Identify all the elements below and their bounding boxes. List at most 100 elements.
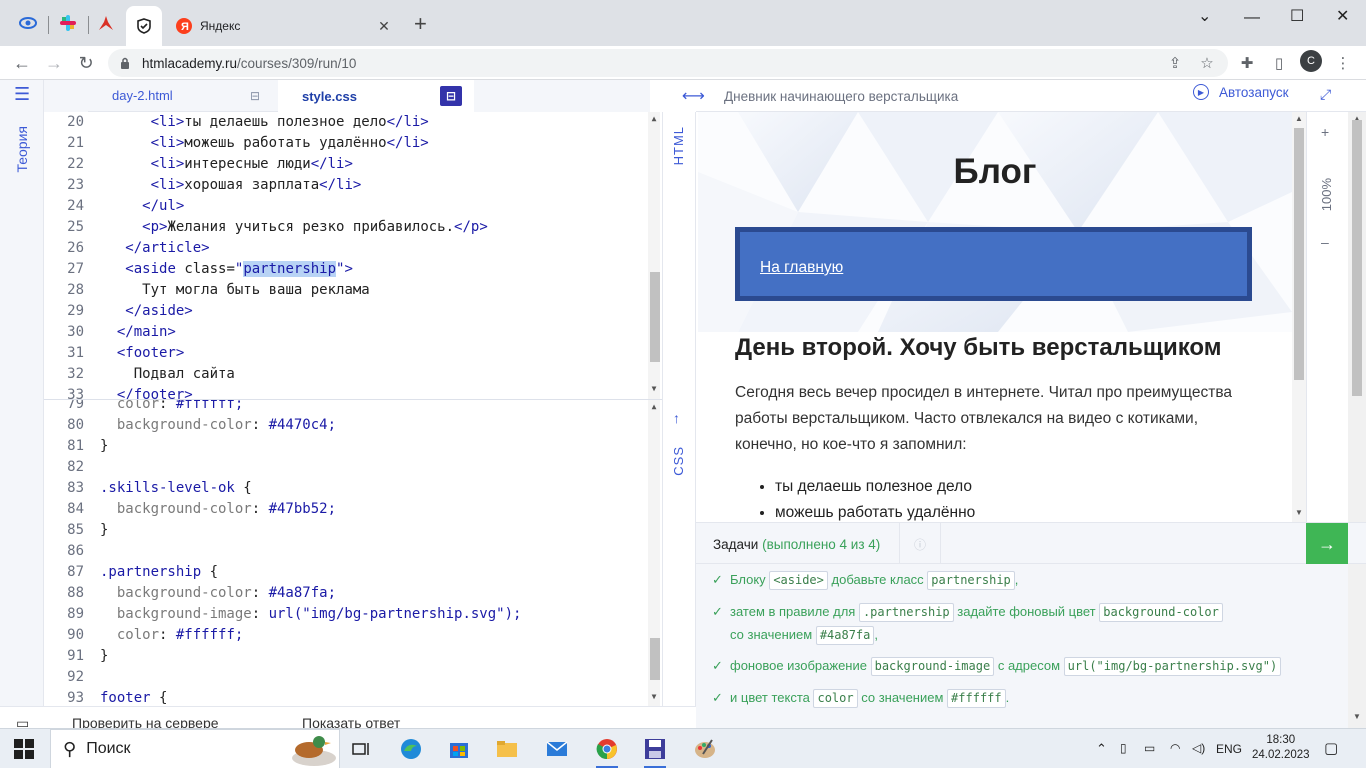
code-line: 24 </ul> xyxy=(67,198,185,214)
eye-logo-icon xyxy=(19,17,37,29)
extensions-puzzle-icon[interactable]: ✚ xyxy=(1236,52,1258,74)
page-scrollbar[interactable]: ▲ ▼ xyxy=(1348,112,1366,728)
html-editor[interactable]: 20 <li>ты делаешь полезное дело</li> 21 … xyxy=(44,112,662,400)
code-line: 87 .partnership { xyxy=(67,564,219,580)
mail-icon[interactable] xyxy=(540,735,574,763)
task-item: ✓ затем в правиле для .partnership задайт… xyxy=(712,600,1223,646)
preview-header: ⟷ Дневник начинающего верстальщика ▶ Авт… xyxy=(682,80,1366,112)
tab-label: day-2.html xyxy=(112,88,173,103)
tab-title: Яндекс xyxy=(200,19,241,33)
show-answer-button[interactable]: Показать ответ xyxy=(302,715,400,728)
info-icon[interactable]: ⓘ xyxy=(899,523,941,565)
url-field[interactable]: htmlacademy.ru/courses/309/run/10 xyxy=(108,49,1228,77)
url-path: /courses/309/run/10 xyxy=(237,55,357,71)
next-step-button[interactable]: → xyxy=(1306,523,1348,565)
chevron-down-icon[interactable]: ⌄ xyxy=(1198,6,1211,26)
tab-style-css[interactable]: style.css ⊟ xyxy=(278,80,474,112)
url-host: htmlacademy.ru xyxy=(142,55,238,71)
lock-icon xyxy=(121,57,129,69)
check-icon: ✓ xyxy=(712,572,723,587)
sidepanel-icon[interactable]: ▯ xyxy=(1268,52,1290,74)
code-line: 31 <footer> xyxy=(67,345,185,361)
profile-avatar[interactable]: C xyxy=(1300,50,1322,72)
pinned-tab-htmlacademy[interactable] xyxy=(10,8,46,38)
new-tab-button[interactable]: + xyxy=(414,13,427,35)
reload-icon[interactable]: ↻ xyxy=(74,51,98,75)
close-window-button[interactable]: ✕ xyxy=(1336,6,1349,26)
swap-horizontal-icon[interactable]: ⟷ xyxy=(682,86,705,106)
folder-icon[interactable] xyxy=(490,735,524,763)
css-editor-scrollbar[interactable]: ▲ ▼ xyxy=(648,400,660,706)
css-panel-label: CSS xyxy=(671,446,686,476)
console-icon[interactable]: ▭ xyxy=(16,715,29,728)
code-line: 81} xyxy=(67,438,109,454)
preview-title: Дневник начинающего верстальщика xyxy=(724,89,959,104)
check-icon: ✓ xyxy=(712,604,723,619)
css-editor[interactable]: 79 color: #ffffff; 80 background-color: … xyxy=(44,400,662,706)
browser-menu-icon[interactable]: ⋮ xyxy=(1332,52,1354,74)
fullscreen-icon[interactable]: ⤢ xyxy=(1320,86,1331,103)
shield-logo-icon xyxy=(137,18,151,34)
language-indicator[interactable]: ENG xyxy=(1216,742,1242,756)
task-view-icon[interactable] xyxy=(344,735,378,763)
wifi-icon[interactable]: ◠ xyxy=(1170,741,1180,755)
menu-icon[interactable]: ☰ xyxy=(14,84,30,105)
forward-arrow-icon[interactable]: → xyxy=(42,51,66,75)
save-disk-icon[interactable] xyxy=(638,735,672,768)
split-view-icon[interactable]: ⊟ xyxy=(244,86,266,106)
play-icon: ▶ xyxy=(1193,84,1209,100)
battery-icon[interactable]: ▭ xyxy=(1144,741,1155,755)
code-line: 25 <p>Желания учиться резко прибавилось.… xyxy=(67,219,488,235)
store-icon[interactable] xyxy=(442,735,476,763)
device-icon[interactable]: ▯ xyxy=(1120,741,1127,755)
pinned-tab-htmlacademy-active[interactable] xyxy=(126,6,162,46)
code-line: 29 </aside> xyxy=(67,303,193,319)
htmlacademy-trainer: ☰ Теория day-2.html ⊟ style.css ⊟ 20 <li… xyxy=(0,80,1366,728)
paint-palette-icon[interactable] xyxy=(688,735,722,763)
windows-taskbar: ⚲ Поиск ⌃ ▯ ▭ ◠ ◁) ENG 18:30 24.02.2023 … xyxy=(0,728,1366,768)
autorun-toggle[interactable]: ▶ Автозапуск xyxy=(1193,84,1289,100)
close-icon[interactable]: ✕ xyxy=(374,18,394,35)
panel-label-rail: HTML ↑ CSS xyxy=(662,112,696,706)
check-icon: ✓ xyxy=(712,658,723,673)
task-item: ✓ фоновое изображение background-image с … xyxy=(712,654,1282,677)
html-editor-scrollbar[interactable]: ▲ ▼ xyxy=(648,112,660,399)
pinned-tab-service[interactable] xyxy=(88,8,124,38)
chrome-icon[interactable] xyxy=(590,735,624,768)
taskbar-search[interactable]: ⚲ Поиск xyxy=(50,729,340,768)
html-panel-label: HTML xyxy=(671,126,686,166)
maximize-button[interactable]: ☐ xyxy=(1290,6,1304,26)
back-arrow-icon[interactable]: ← xyxy=(10,51,34,75)
notifications-icon[interactable]: ▢ xyxy=(1324,739,1338,757)
minimize-button[interactable]: — xyxy=(1244,9,1260,27)
article-text: Сегодня весь вечер просидел в интернете.… xyxy=(735,384,1233,453)
windows-start-icon[interactable] xyxy=(14,739,34,759)
zoom-out-button[interactable]: – xyxy=(1321,234,1329,250)
code-line: 22 <li>интересные люди</li> xyxy=(67,156,353,172)
code-line: 89 background-image: url("img/bg-partner… xyxy=(67,606,522,622)
selected-class-value: partnership xyxy=(243,261,337,277)
split-view-icon[interactable]: ⊟ xyxy=(440,86,462,106)
check-on-server-button[interactable]: Проверить на сервере xyxy=(72,715,219,728)
tab-day-2-html[interactable]: day-2.html ⊟ xyxy=(88,80,278,112)
code-line: 26 </article> xyxy=(67,240,210,256)
code-line: 84 background-color: #47bb52; xyxy=(67,501,337,517)
code-line: 93 footer { xyxy=(67,690,168,706)
tasks-list: ✓ Блоку <aside> добавьте класс partnershi… xyxy=(696,564,1348,728)
zoom-in-button[interactable]: + xyxy=(1321,124,1329,140)
arrow-up-icon[interactable]: ↑ xyxy=(673,410,680,426)
code-line: 27 <aside class="partnership"> xyxy=(67,261,353,277)
home-link[interactable]: На главную xyxy=(760,259,843,277)
zoom-controls: + 100% – xyxy=(1306,112,1348,522)
chevron-up-icon[interactable]: ⌃ xyxy=(1096,741,1107,757)
theory-toggle[interactable]: Теория xyxy=(14,126,30,173)
bookmark-star-icon[interactable]: ☆ xyxy=(1196,52,1218,74)
code-line: 28 Тут могла быть ваша реклама xyxy=(67,282,370,298)
tab-yandex[interactable]: Я Яндекс ✕ xyxy=(166,6,406,46)
edge-icon[interactable] xyxy=(394,735,428,763)
clock[interactable]: 18:30 24.02.2023 xyxy=(1252,733,1310,763)
volume-icon[interactable]: ◁) xyxy=(1192,741,1205,755)
preview-scrollbar[interactable]: ▲ ▼ xyxy=(1292,112,1306,522)
pinned-tab-slack[interactable] xyxy=(50,8,86,38)
share-icon[interactable]: ⇪ xyxy=(1164,52,1186,74)
